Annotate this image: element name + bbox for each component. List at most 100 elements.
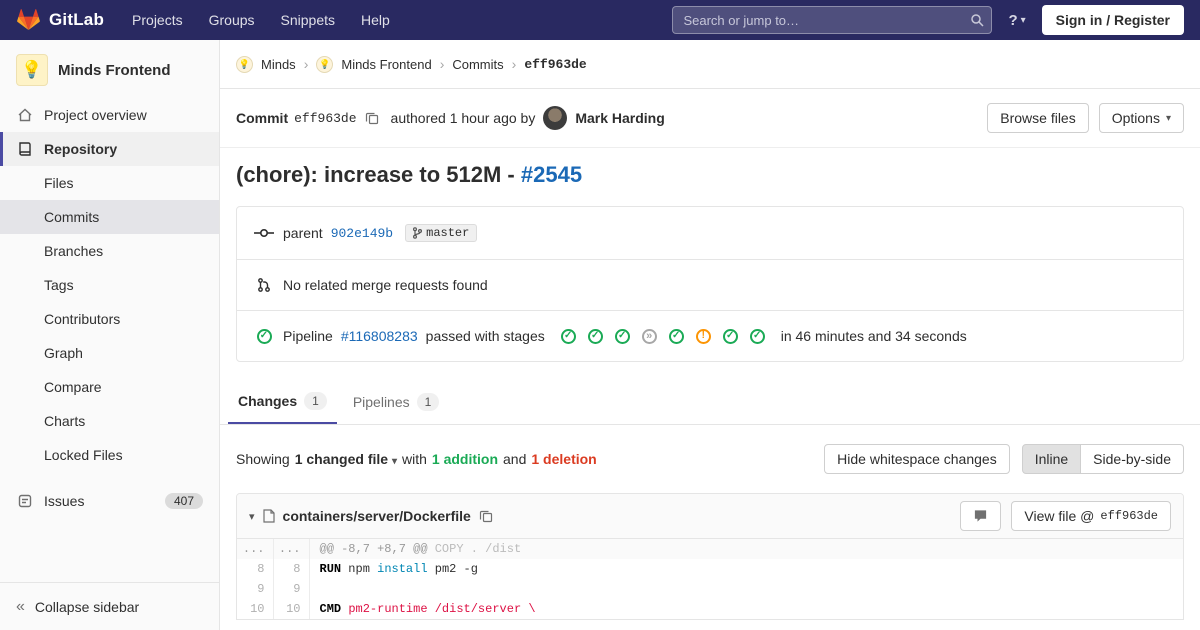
code-line: CMD pm2-runtime /dist/server \ <box>309 599 1183 619</box>
pipeline-stages: ✓ ✓ ✓ » ✓! ✓ ✓ <box>560 328 765 344</box>
view-file-label: View file @ <box>1024 508 1095 524</box>
nav-item-projects[interactable]: Projects <box>132 12 183 28</box>
copy-file-path-button[interactable] <box>479 509 493 523</box>
changed-files-dropdown[interactable]: 1 changed file ▾ <box>295 451 397 467</box>
parent-label: parent <box>283 225 323 241</box>
collapse-sidebar-button[interactable]: « Collapse sidebar <box>0 582 219 630</box>
new-line-number[interactable]: 8 <box>273 559 310 579</box>
inline-view-button[interactable]: Inline <box>1021 444 1082 474</box>
new-line-number[interactable]: 9 <box>273 579 310 599</box>
changed-files-label: 1 changed file <box>294 451 389 467</box>
nav-item-snippets[interactable]: Snippets <box>281 12 335 28</box>
help-dropdown[interactable]: ? ▾ <box>1008 12 1025 29</box>
ci-passed-icon[interactable]: ✓ <box>749 328 765 344</box>
parent-sha-link[interactable]: 902e149b <box>331 226 393 241</box>
ci-passed-icon[interactable]: ✓ <box>668 328 684 344</box>
comment-on-file-button[interactable] <box>960 501 1002 531</box>
old-line-number[interactable]: 8 <box>237 559 274 579</box>
sidebar-item-project-overview[interactable]: Project overview <box>0 98 219 132</box>
breadcrumb-commits[interactable]: Commits <box>452 57 503 72</box>
code-text: pm2 -g <box>427 562 478 576</box>
ci-passed-icon[interactable]: ✓ <box>614 328 630 344</box>
branch-name: master <box>426 226 470 240</box>
options-dropdown-button[interactable]: Options ▾ <box>1098 103 1184 133</box>
comment-icon <box>975 510 987 522</box>
pipelines-count-badge: 1 <box>416 393 440 411</box>
sidebar-item-compare[interactable]: Compare <box>0 370 219 404</box>
gitlab-logo[interactable]: GitLab <box>16 8 104 32</box>
commit-info-box: parent 902e149b master No related merge … <box>236 206 1184 362</box>
breadcrumb-current-sha: eff963de <box>524 56 587 72</box>
commit-meta-row: Commit eff963de authored 1 hour ago by M… <box>220 89 1200 148</box>
tab-label: Pipelines <box>352 394 410 410</box>
ci-passed-icon[interactable]: ✓ <box>587 328 603 344</box>
browse-files-button[interactable]: Browse files <box>987 103 1089 133</box>
sidebar-item-repository[interactable]: Repository <box>0 132 219 166</box>
sidebar-item-commits[interactable]: Commits <box>0 200 219 234</box>
collapse-diff-icon[interactable]: ▾ <box>249 510 255 523</box>
sidebar-label: Repository <box>44 141 118 157</box>
code-line <box>309 579 1183 599</box>
breadcrumb-group[interactable]: Minds <box>261 57 296 72</box>
and-label: and <box>503 451 527 467</box>
view-mode-toggle: Inline Side-by-side <box>1021 444 1184 474</box>
branch-icon <box>413 227 423 239</box>
merge-request-row: No related merge requests found <box>237 259 1183 310</box>
old-line-number[interactable]: 10 <box>237 599 274 619</box>
diff-file-header: ▾ containers/server/Dockerfile View file… <box>237 494 1183 539</box>
tab-changes[interactable]: Changes 1 <box>228 380 337 424</box>
sidebar-item-charts[interactable]: Charts <box>0 404 219 438</box>
hide-whitespace-button[interactable]: Hide whitespace changes <box>824 444 1010 474</box>
additions-count: 1 addition <box>431 451 499 467</box>
sign-in-button[interactable]: Sign in / Register <box>1041 5 1184 35</box>
view-file-sha: eff963de <box>1100 509 1158 523</box>
chevron-separator-icon: › <box>303 56 309 72</box>
sidebar-item-tags[interactable]: Tags <box>0 268 219 302</box>
sidebar-item-files[interactable]: Files <box>0 166 219 200</box>
sidebar-item-locked-files[interactable]: Locked Files <box>0 438 219 472</box>
repository-icon <box>16 141 34 157</box>
view-file-button[interactable]: View file @ eff963de <box>1011 501 1171 531</box>
diff-file-path[interactable]: containers/server/Dockerfile <box>283 508 471 524</box>
showing-label: Showing <box>236 451 290 467</box>
nav-item-help[interactable]: Help <box>361 12 390 28</box>
sidebar-item-issues[interactable]: Issues 407 <box>0 484 219 518</box>
copy-sha-button[interactable] <box>365 111 379 125</box>
project-context[interactable]: 💡 Minds Frontend <box>0 40 219 98</box>
branch-ref-badge[interactable]: master <box>405 224 478 242</box>
ci-passed-icon[interactable]: ✓ <box>256 328 272 344</box>
pipeline-link[interactable]: #116808283 <box>341 328 418 344</box>
hunk-header: @@ -8,7 +8,7 @@ COPY . /dist <box>309 539 1183 559</box>
search-input[interactable] <box>672 6 993 34</box>
tab-pipelines[interactable]: Pipelines 1 <box>343 380 450 424</box>
chevron-down-icon: ▾ <box>1165 112 1171 124</box>
search-icon[interactable] <box>970 13 984 27</box>
author-avatar[interactable] <box>543 106 568 130</box>
sidebar-item-contributors[interactable]: Contributors <box>0 302 219 336</box>
copy-icon <box>365 112 378 125</box>
copy-icon <box>479 510 492 523</box>
ci-passed-icon[interactable]: ✓ <box>560 328 576 344</box>
sidebar-nav: Project overview Repository Files Commit… <box>0 98 219 518</box>
diff-file-box: ▾ containers/server/Dockerfile View file… <box>236 493 1184 620</box>
ci-passed-icon[interactable]: ✓ <box>722 328 738 344</box>
nav-item-groups[interactable]: Groups <box>209 12 255 28</box>
diff-table: ... ... @@ -8,7 +8,7 @@ COPY . /dist 8 8… <box>237 539 1183 619</box>
ci-warning-icon[interactable]: ! <box>695 328 711 344</box>
ci-skipped-icon[interactable]: » <box>641 328 657 344</box>
author-name[interactable]: Mark Harding <box>575 110 664 126</box>
new-line-number[interactable]: 10 <box>273 599 310 619</box>
commit-title-text: (chore): increase to 512M - <box>236 162 521 187</box>
breadcrumb-project[interactable]: Minds Frontend <box>341 57 431 72</box>
old-line-number[interactable]: 9 <box>237 579 274 599</box>
new-line-number[interactable]: ... <box>273 539 310 559</box>
sidebar-item-branches[interactable]: Branches <box>0 234 219 268</box>
home-icon <box>16 107 34 123</box>
side-by-side-view-button[interactable]: Side-by-side <box>1080 444 1184 474</box>
issue-link[interactable]: #2545 <box>521 162 582 187</box>
pipeline-duration: in 46 minutes and 34 seconds <box>780 328 967 344</box>
old-line-number[interactable]: ... <box>237 539 274 559</box>
issues-icon <box>16 493 34 509</box>
pipeline-status-text: passed with stages <box>425 328 545 344</box>
sidebar-item-graph[interactable]: Graph <box>0 336 219 370</box>
